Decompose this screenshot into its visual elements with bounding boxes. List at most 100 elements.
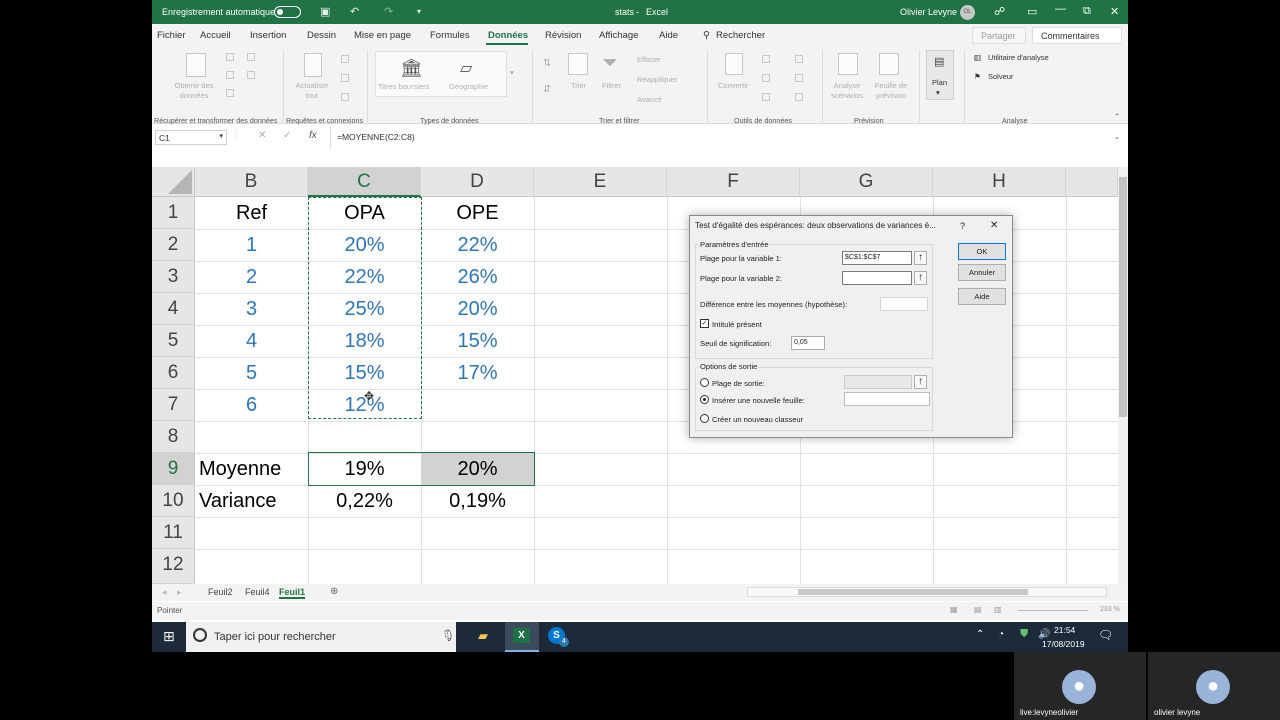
- advanced-filter-button[interactable]: Avancé: [637, 95, 662, 104]
- sort-az-icon[interactable]: ⇅: [543, 58, 551, 69]
- convert-button[interactable]: Convertir: [718, 81, 748, 90]
- enter-formula-icon[interactable]: ✓: [283, 130, 291, 141]
- scenario-button[interactable]: Analyse scénarios: [828, 81, 866, 101]
- data-validation-icon[interactable]: [762, 93, 770, 101]
- cell-c1[interactable]: OPA: [308, 197, 421, 229]
- security-shield-icon[interactable]: ⛊: [1020, 628, 1028, 641]
- cell-b1[interactable]: Ref: [195, 197, 308, 229]
- cell-c2[interactable]: 20%: [308, 229, 421, 261]
- mean-diff-input[interactable]: [880, 297, 928, 311]
- tab-feuil2[interactable]: Feuil2: [208, 587, 233, 597]
- output-range-input[interactable]: [844, 375, 912, 389]
- cell-b7[interactable]: 6: [195, 389, 308, 421]
- solver-button[interactable]: Solveur: [988, 72, 1013, 81]
- cell-c6[interactable]: 15%: [308, 357, 421, 389]
- close-icon[interactable]: ✕: [1110, 5, 1119, 18]
- prev-sheet-icon[interactable]: ◂: [162, 587, 167, 598]
- row-header-3[interactable]: 3: [152, 261, 195, 293]
- taskbar-search-box[interactable]: Taper ici pour rechercher 🎙: [186, 622, 456, 652]
- collapse-ribbon-icon[interactable]: ⌃: [1114, 112, 1120, 121]
- search-icon[interactable]: ⚲: [703, 30, 710, 41]
- undo-icon[interactable]: ↶: [350, 5, 359, 18]
- excel-taskbar-button[interactable]: X: [505, 622, 539, 652]
- cell-b4[interactable]: 3: [195, 293, 308, 325]
- cell-d10[interactable]: 0,19%: [421, 485, 534, 517]
- recent-sources-icon[interactable]: [247, 71, 255, 79]
- cell-d9[interactable]: 20%: [421, 453, 534, 485]
- cell-b5[interactable]: 4: [195, 325, 308, 357]
- geography-button[interactable]: Géographie: [449, 82, 488, 91]
- avatar[interactable]: OL: [960, 5, 975, 20]
- sort-button[interactable]: Trier: [571, 81, 586, 90]
- normal-view-icon[interactable]: ▦: [950, 605, 958, 614]
- select-all-corner[interactable]: [152, 167, 195, 197]
- cancel-button[interactable]: Annuler: [958, 264, 1006, 281]
- cell-d4[interactable]: 20%: [421, 293, 534, 325]
- zoom-level[interactable]: 233 %: [1100, 606, 1120, 613]
- cancel-formula-icon[interactable]: ✕: [258, 130, 266, 141]
- coauthoring-icon[interactable]: ☍: [994, 5, 1005, 18]
- from-table-icon[interactable]: [226, 71, 234, 79]
- output-range-collapse-icon[interactable]: ↑: [914, 375, 927, 389]
- range2-collapse-icon[interactable]: ↑: [914, 271, 927, 285]
- filter-button[interactable]: Filtrer: [602, 81, 621, 90]
- labels-checkbox[interactable]: ✓: [700, 319, 709, 328]
- tab-dessin[interactable]: Dessin: [307, 30, 336, 41]
- clock-time[interactable]: 21:54: [1054, 625, 1075, 635]
- alpha-input[interactable]: 0,05: [791, 336, 825, 350]
- page-layout-icon[interactable]: ▤: [974, 605, 982, 614]
- windows-start-icon[interactable]: ⊞: [163, 628, 175, 645]
- tell-me-search[interactable]: Rechercher: [716, 30, 765, 41]
- cell-c3[interactable]: 22%: [308, 261, 421, 293]
- tab-aide[interactable]: Aide: [659, 30, 678, 41]
- queries-icon[interactable]: [341, 55, 349, 63]
- formula-input[interactable]: =MOYENNE(C2:C8): [337, 132, 415, 142]
- col-header-next[interactable]: [1066, 167, 1118, 197]
- output-range-radio[interactable]: [700, 378, 709, 387]
- name-box[interactable]: C1 ▾: [155, 130, 227, 145]
- tray-overflow-icon[interactable]: ⌃: [976, 629, 984, 640]
- cell-b3[interactable]: 2: [195, 261, 308, 293]
- col-header-e[interactable]: E: [534, 167, 667, 197]
- next-sheet-icon[interactable]: ▸: [177, 587, 182, 598]
- horizontal-scroll-thumb[interactable]: [798, 589, 1028, 595]
- redo-icon[interactable]: ↷: [384, 5, 393, 18]
- cell-b6[interactable]: 5: [195, 357, 308, 389]
- cell-c9[interactable]: 19%: [308, 453, 421, 485]
- autosave-toggle[interactable]: [274, 6, 301, 18]
- data-model-icon[interactable]: [795, 93, 803, 101]
- analysis-toolpak-button[interactable]: Utilitaire d'analyse: [988, 53, 1049, 62]
- file-explorer-icon[interactable]: ▰: [478, 628, 488, 644]
- new-sheet-icon[interactable]: ⊕: [330, 586, 338, 597]
- row-header-6[interactable]: 6: [152, 357, 195, 389]
- new-book-radio[interactable]: [700, 414, 709, 423]
- col-header-f[interactable]: F: [667, 167, 800, 197]
- horizontal-scrollbar[interactable]: [747, 587, 1107, 597]
- relationships-icon[interactable]: [795, 74, 803, 82]
- restore-icon[interactable]: ⧉: [1083, 5, 1091, 18]
- stocks-button[interactable]: Titres boursiers: [378, 82, 429, 91]
- clear-filter-button[interactable]: Effacer: [637, 55, 661, 64]
- row-header-9[interactable]: 9: [152, 453, 195, 485]
- refresh-all-button[interactable]: Actualiser tout: [290, 81, 334, 101]
- col-header-d[interactable]: D: [421, 167, 534, 197]
- col-header-c[interactable]: C: [308, 167, 421, 197]
- clock-date[interactable]: 17/08/2019: [1042, 639, 1085, 649]
- col-header-b[interactable]: B: [195, 167, 308, 197]
- row-header-1[interactable]: 1: [152, 197, 195, 229]
- insert-function-icon[interactable]: fx: [309, 130, 317, 141]
- consolidate-icon[interactable]: [795, 55, 803, 63]
- tab-donnees[interactable]: Données: [488, 30, 528, 41]
- row-header-11[interactable]: 11: [152, 517, 195, 549]
- col-header-g[interactable]: G: [800, 167, 933, 197]
- new-sheet-input[interactable]: [844, 392, 930, 406]
- tab-affichage[interactable]: Affichage: [599, 30, 638, 41]
- from-web-icon[interactable]: [247, 53, 255, 61]
- tab-mise-en-page[interactable]: Mise en page: [354, 30, 411, 41]
- cell-b2[interactable]: 1: [195, 229, 308, 261]
- share-button[interactable]: Partager: [972, 27, 1026, 44]
- page-break-icon[interactable]: ▥: [994, 605, 1002, 614]
- network-icon[interactable]: ◔: [998, 629, 1004, 640]
- cell-c5[interactable]: 18%: [308, 325, 421, 357]
- edit-links-icon[interactable]: [341, 93, 349, 101]
